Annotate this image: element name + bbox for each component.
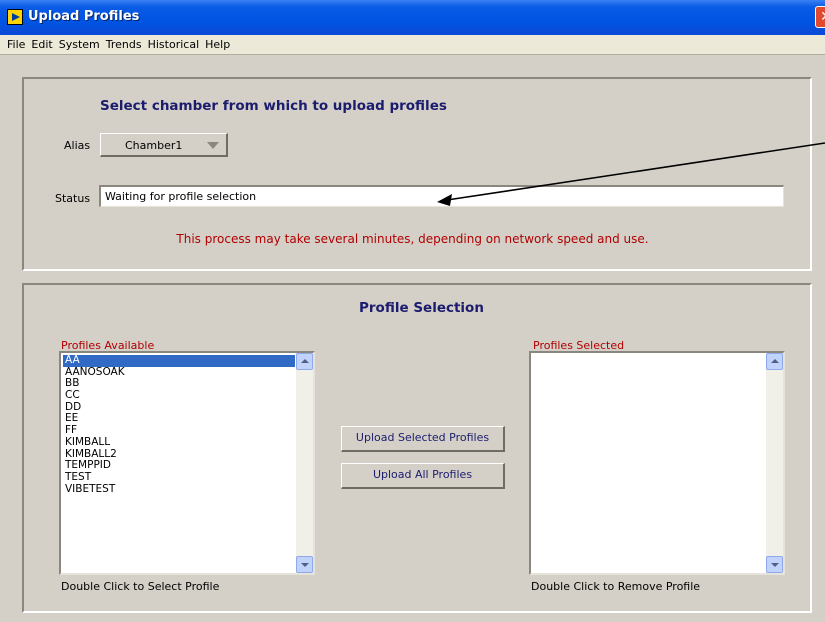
- list-item[interactable]: AANOSOAK: [63, 366, 295, 379]
- profile-heading: Profile Selection: [359, 300, 484, 316]
- menu-system[interactable]: System: [56, 38, 103, 51]
- available-profiles-list[interactable]: AA AANOSOAK BB CC DD EE FF KIMBALL KIMBALL2 TEMPP…: [59, 351, 315, 575]
- list-item[interactable]: VIBETEST: [63, 483, 295, 496]
- selected-profiles-list[interactable]: [529, 351, 785, 575]
- chamber-heading: Select chamber from which to upload prof…: [100, 98, 447, 114]
- list-item[interactable]: AA: [63, 354, 295, 367]
- menu-historical[interactable]: Historical: [145, 38, 203, 51]
- scroll-down-icon[interactable]: [766, 556, 783, 573]
- selected-scrollbar[interactable]: [766, 353, 783, 573]
- alias-value: Chamber1: [125, 139, 183, 152]
- menu-file[interactable]: File: [4, 38, 28, 51]
- available-scrollbar[interactable]: [296, 353, 313, 573]
- list-item[interactable]: DD: [63, 401, 295, 414]
- upload-all-button[interactable]: Upload All Profiles: [341, 463, 505, 489]
- available-items: AA AANOSOAK BB CC DD EE FF KIMBALL KIMBALL2 TEMPP…: [63, 354, 295, 573]
- alias-label: Alias: [64, 139, 91, 152]
- status-field: Waiting for profile selection: [99, 185, 784, 207]
- selected-hint: Double Click to Remove Profile: [531, 580, 701, 593]
- app-icon: [7, 9, 23, 25]
- menu-bar: File Edit System Trends Historical Help: [0, 35, 825, 55]
- list-item[interactable]: BB: [63, 378, 295, 390]
- available-hint: Double Click to Select Profile: [61, 580, 220, 593]
- scroll-down-icon[interactable]: [296, 556, 313, 573]
- menu-edit[interactable]: Edit: [28, 38, 55, 51]
- warning-message: This process may take several minutes, d…: [176, 232, 649, 246]
- status-label: Status: [55, 192, 91, 205]
- close-button[interactable]: ✕: [815, 6, 825, 28]
- list-item[interactable]: KIMBALL: [63, 436, 295, 449]
- list-item[interactable]: TEST: [63, 471, 295, 484]
- list-item[interactable]: CC: [63, 389, 295, 402]
- menu-trends[interactable]: Trends: [103, 38, 145, 51]
- scroll-up-icon[interactable]: [296, 353, 313, 370]
- dropdown-arrow-icon: [207, 142, 219, 149]
- alias-dropdown[interactable]: Chamber1: [100, 133, 228, 157]
- list-item[interactable]: EE: [63, 413, 295, 425]
- scroll-up-icon[interactable]: [766, 353, 783, 370]
- title-bar[interactable]: Upload Profiles ✕: [0, 0, 825, 35]
- upload-profiles-window: Upload Profiles ✕ File Edit System Trend…: [0, 0, 825, 622]
- menu-help[interactable]: Help: [202, 38, 233, 51]
- list-item[interactable]: TEMPPID: [63, 459, 295, 472]
- selected-items: [533, 355, 765, 573]
- window-title: Upload Profiles: [28, 9, 140, 24]
- upload-selected-button[interactable]: Upload Selected Profiles: [341, 426, 505, 452]
